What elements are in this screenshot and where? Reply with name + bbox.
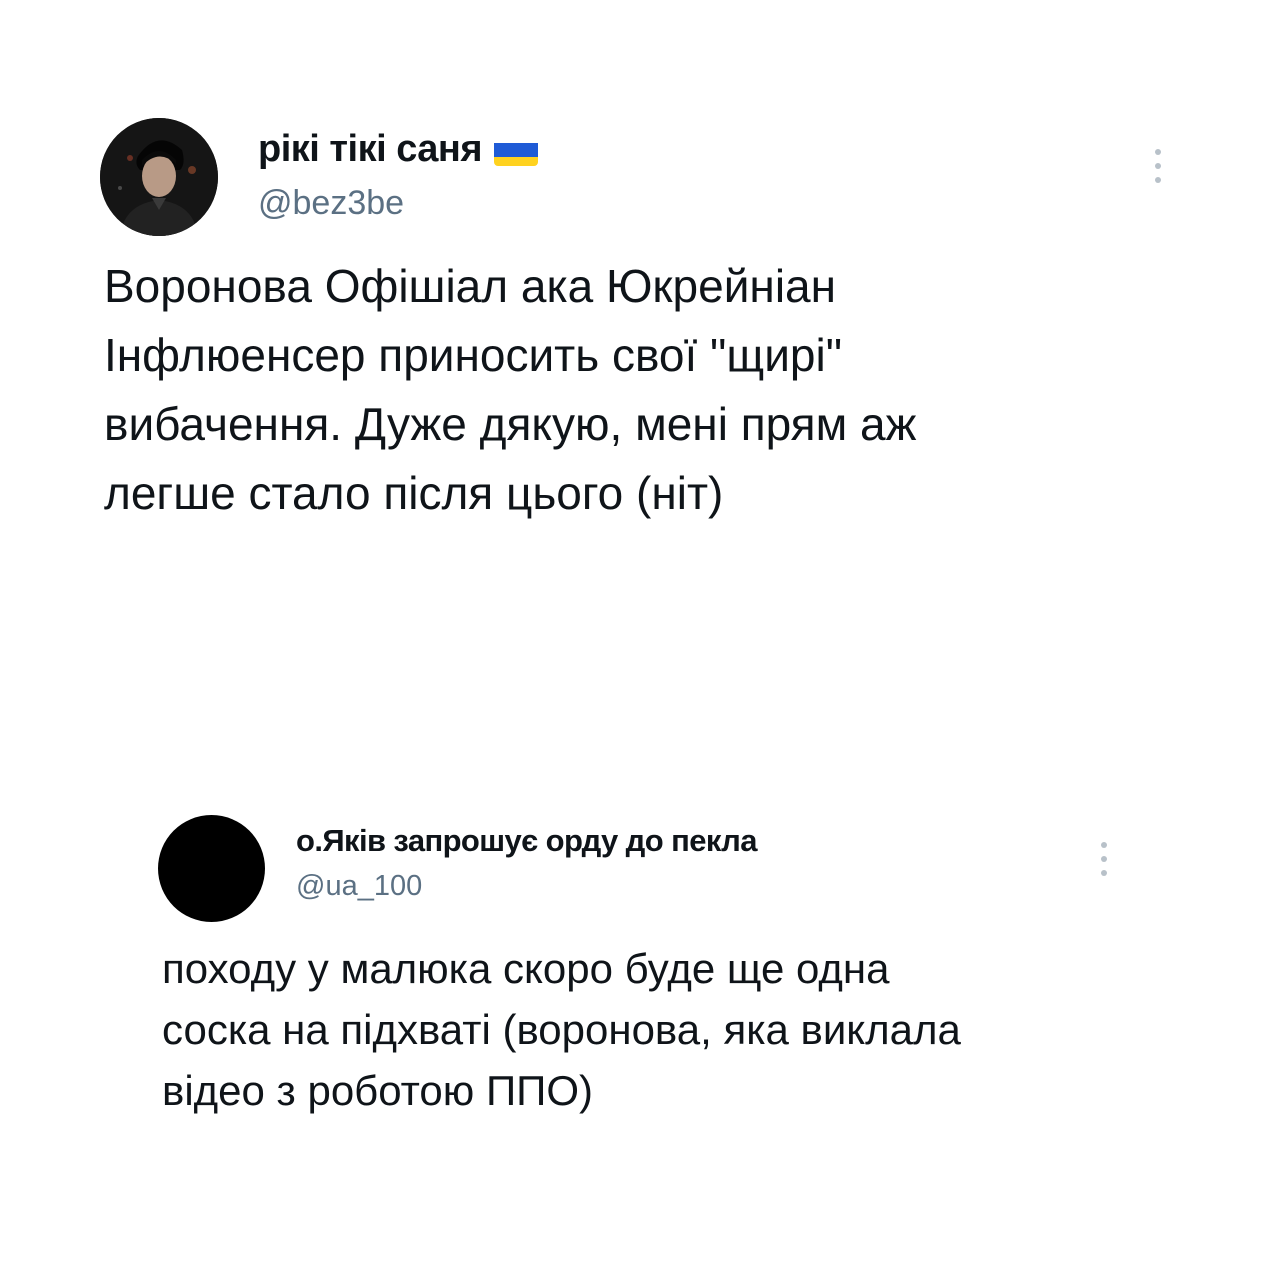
tweet-text: походу у малюка скоро буде ще одна соска… bbox=[162, 938, 1162, 1121]
tweet-text-line: відео з роботою ППО) bbox=[162, 1067, 593, 1114]
user-handle[interactable]: @ua_100 bbox=[296, 870, 422, 903]
tweet-card: о.Яків запрошує орду до пекла @ua_100 по… bbox=[0, 0, 1280, 1280]
avatar[interactable] bbox=[158, 815, 265, 922]
tweet-text-line: соска на підхваті (воронова, яка виклала bbox=[162, 1006, 961, 1053]
more-options-icon[interactable] bbox=[1098, 840, 1110, 878]
tweet-text-line: походу у малюка скоро буде ще одна bbox=[162, 945, 890, 992]
display-name[interactable]: о.Яків запрошує орду до пекла bbox=[296, 823, 758, 859]
